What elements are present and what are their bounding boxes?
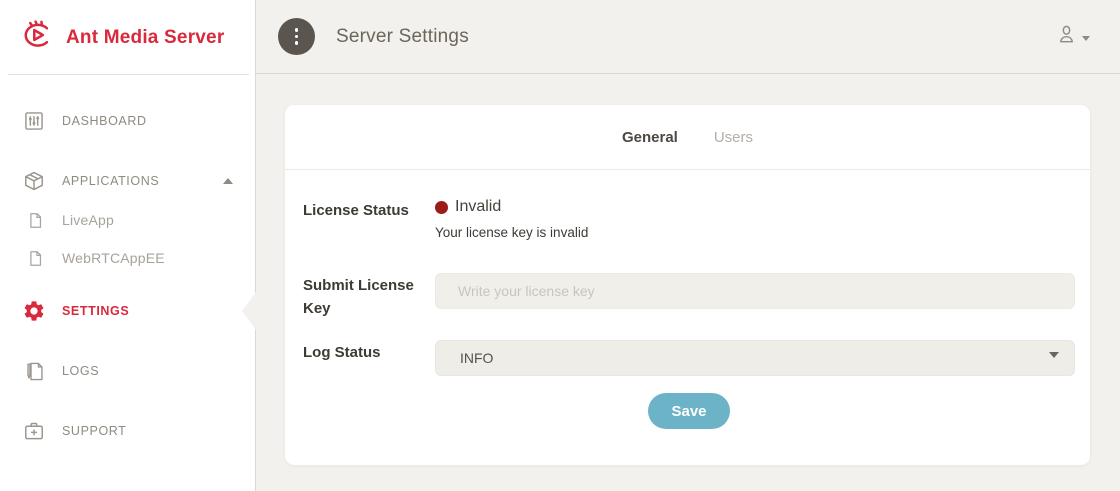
settings-card: General Users License Status Invalid You… — [285, 105, 1090, 465]
log-status-label: Log Status — [303, 340, 435, 376]
license-status-label: License Status — [303, 198, 435, 254]
file-icon — [26, 250, 44, 267]
sidebar-item-label: WebRTCAppEE — [62, 250, 165, 266]
sidebar-item-dashboard[interactable]: DASHBOARD — [0, 101, 255, 141]
status-dot-icon — [435, 201, 448, 214]
applications-box-icon — [22, 170, 46, 192]
sidebar-nav: DASHBOARD APPLICATIONS — [0, 75, 255, 451]
sidebar-item-liveapp[interactable]: LiveApp — [0, 201, 255, 239]
brand-logo[interactable]: Ant Media Server — [0, 0, 255, 74]
topbar: Server Settings — [256, 0, 1120, 74]
sidebar-item-support[interactable]: SUPPORT — [0, 411, 255, 451]
user-icon — [1055, 23, 1078, 51]
sidebar-item-webrtcappee[interactable]: WebRTCAppEE — [0, 239, 255, 277]
save-row: Save — [303, 393, 1075, 429]
main-area: Server Settings General Users — [256, 0, 1120, 491]
log-file-icon — [22, 361, 46, 382]
tab-users[interactable]: Users — [714, 129, 753, 146]
license-status-row: License Status Invalid Your license key … — [303, 198, 1075, 254]
gear-icon — [22, 299, 46, 323]
tab-general[interactable]: General — [622, 129, 678, 146]
submit-license-label: Submit License Key — [303, 273, 435, 320]
page-title: Server Settings — [336, 26, 469, 48]
active-item-notch — [242, 292, 256, 330]
sidebar-item-label: LOGS — [62, 364, 99, 378]
sidebar: Ant Media Server DASHBOARD — [0, 0, 256, 491]
chevron-down-icon — [1082, 36, 1090, 41]
license-status-text: Invalid — [455, 198, 501, 216]
sidebar-item-label: LiveApp — [62, 212, 114, 228]
submit-license-row: Submit License Key — [303, 273, 1075, 320]
save-button[interactable]: Save — [648, 393, 729, 429]
content-area: General Users License Status Invalid You… — [256, 74, 1120, 491]
sidebar-item-label: SUPPORT — [62, 424, 126, 438]
sidebar-item-applications[interactable]: APPLICATIONS — [0, 161, 255, 201]
ant-media-logo-icon — [18, 17, 56, 58]
kebab-menu-button[interactable] — [278, 18, 315, 55]
license-status-value: Invalid Your license key is invalid — [435, 198, 1075, 254]
dashboard-sliders-icon — [22, 110, 46, 132]
sidebar-item-logs[interactable]: LOGS — [0, 351, 255, 391]
sidebar-item-label: DASHBOARD — [62, 114, 147, 128]
log-status-select[interactable]: INFO — [435, 340, 1075, 376]
user-menu-button[interactable] — [1055, 23, 1090, 51]
sidebar-item-label: APPLICATIONS — [62, 174, 159, 188]
log-status-row: Log Status INFO — [303, 340, 1075, 376]
chevron-up-icon — [223, 178, 233, 184]
sidebar-item-label: SETTINGS — [62, 304, 129, 318]
license-key-input[interactable] — [435, 273, 1075, 309]
kebab-menu-icon — [295, 28, 299, 32]
file-icon — [26, 212, 44, 229]
brand-name: Ant Media Server — [66, 27, 224, 49]
settings-form: License Status Invalid Your license key … — [285, 170, 1090, 429]
tab-bar: General Users — [285, 105, 1090, 170]
license-status-message: Your license key is invalid — [435, 225, 1075, 240]
sidebar-item-settings[interactable]: SETTINGS — [0, 291, 255, 331]
support-kit-icon — [22, 420, 46, 442]
app-window: Ant Media Server DASHBOARD — [0, 0, 1120, 491]
